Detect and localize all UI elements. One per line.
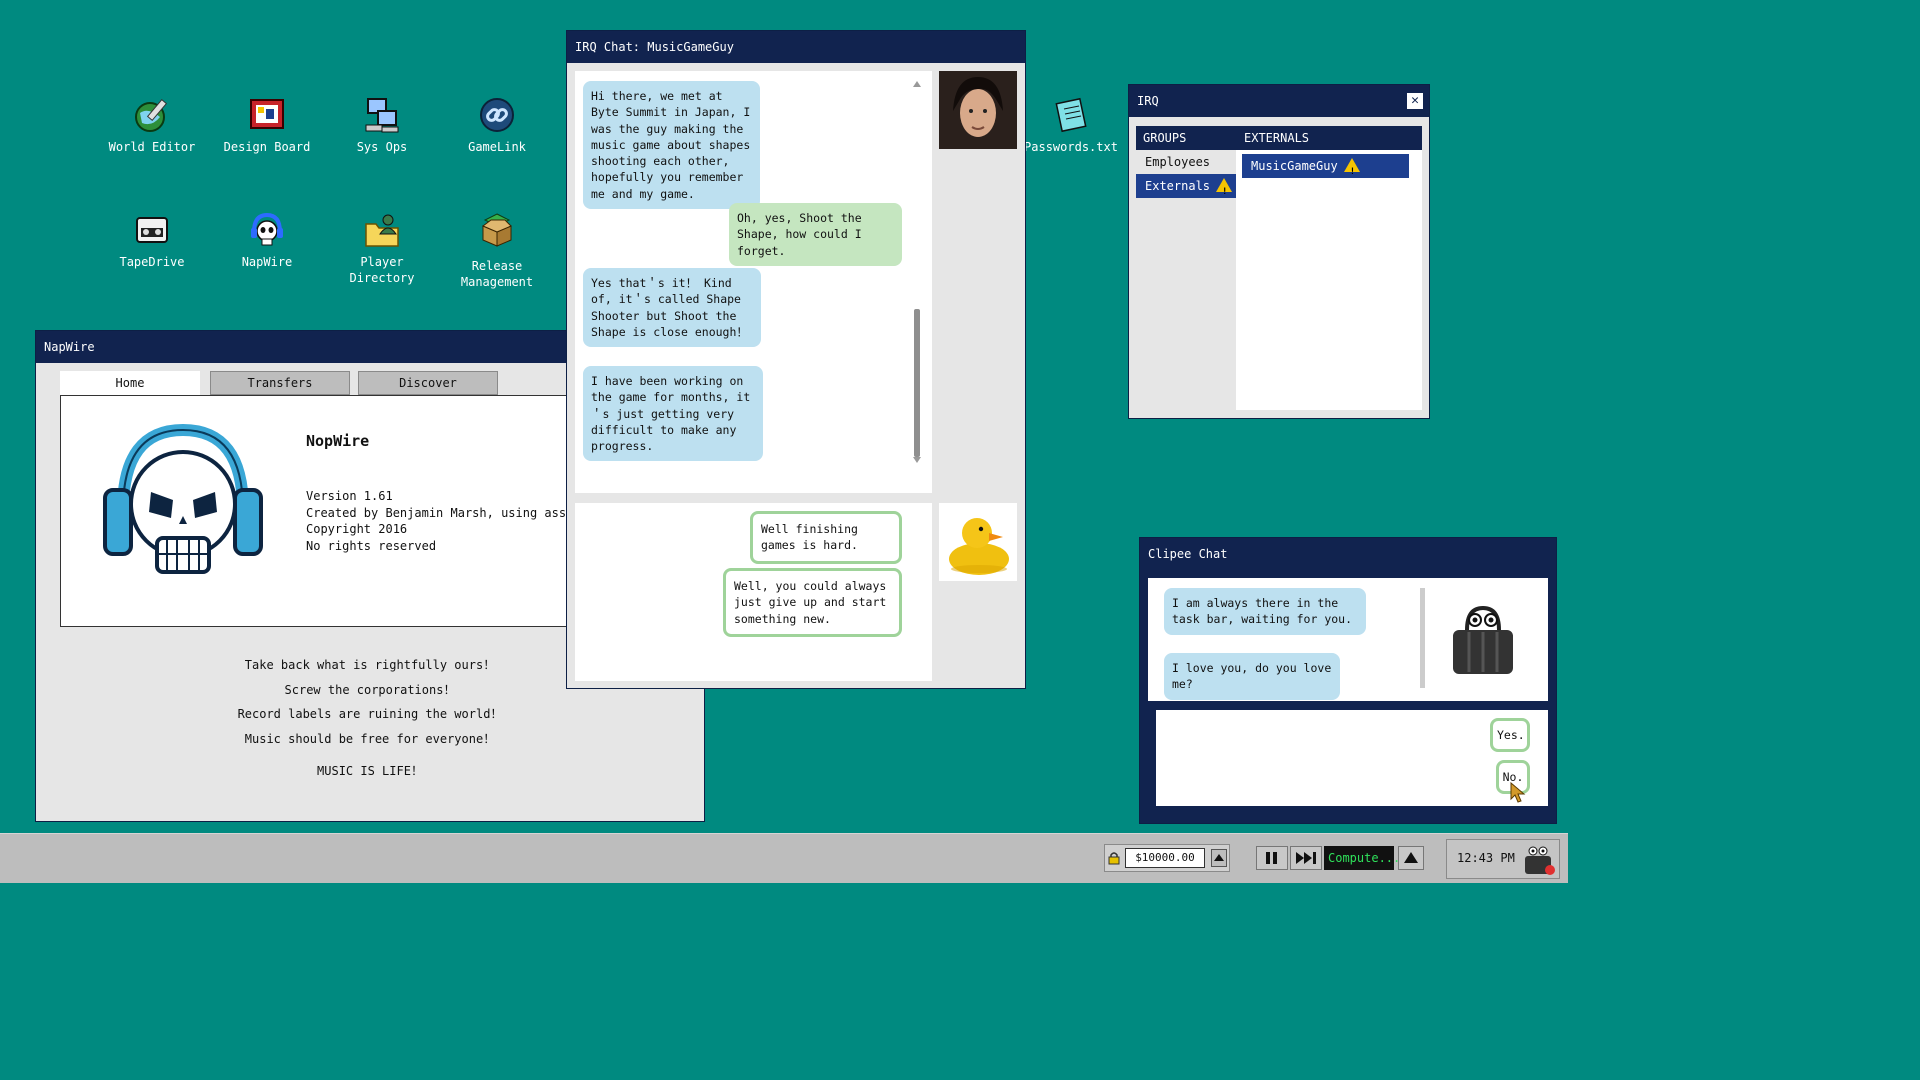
status-display: Compute... — [1324, 846, 1400, 870]
taskbar: $10000.00 Compute... 12:43 PM — [0, 833, 1568, 883]
desktop-icon-napwire[interactable]: NapWire — [212, 212, 322, 270]
slogan: Music should be free for everyone！ — [244, 731, 496, 746]
lock-icon — [1108, 851, 1120, 868]
clipee-tray-icon[interactable] — [1521, 842, 1555, 879]
desktop-icon-label: TapeDrive — [119, 255, 185, 269]
message-bubble-incoming: I love you, do you love me? — [1164, 653, 1340, 700]
reply-options: Well finishing games is hard. Well, you … — [575, 503, 932, 681]
tab-home[interactable]: Home — [60, 371, 200, 395]
skull-logo — [101, 420, 265, 603]
notepad-icon — [1053, 97, 1089, 133]
version-text: Version 1.61 — [306, 489, 393, 503]
chain-link-icon — [479, 97, 515, 133]
divider — [1420, 588, 1425, 688]
pause-icon-bar — [1273, 852, 1277, 864]
status-up-arrow-icon[interactable] — [1398, 846, 1424, 870]
box-icon — [479, 212, 515, 248]
desktop-icon-design-board[interactable]: Design Board — [212, 97, 322, 155]
clock: 12:43 PM — [1457, 851, 1515, 865]
externals-header: EXTERNALS — [1236, 126, 1422, 150]
clipee-avatar-icon — [1443, 600, 1523, 683]
group-label: Employees — [1145, 155, 1211, 169]
window-title[interactable]: IRQ — [1129, 85, 1429, 117]
created-text: Created by Benjamin Marsh, using assembl… — [306, 505, 610, 520]
reply-option[interactable]: Well finishing games is hard. — [750, 511, 902, 564]
contact-label: MusicGameGuy — [1251, 159, 1338, 173]
reply-option[interactable]: Well, you could always just give up and … — [723, 568, 902, 637]
slogan: Record labels are ruining the world！ — [237, 707, 503, 721]
slogan: MUSIC IS LIFE！ — [317, 764, 423, 778]
scroll-up-arrow-icon[interactable] — [913, 81, 921, 87]
desktop-icon-label: Release Management — [460, 259, 534, 289]
tab-discover[interactable]: Discover — [358, 371, 498, 395]
irq-chat-window: IRQ Chat: MusicGameGuy Hi there, we met … — [566, 30, 1026, 689]
fast-forward-button[interactable] — [1290, 846, 1322, 870]
groups-panel: GROUPS Employees Externals — [1136, 126, 1236, 410]
window-title[interactable]: Clipee Chat — [1140, 538, 1556, 570]
tab-transfers[interactable]: Transfers — [210, 371, 350, 395]
close-icon[interactable]: ✕ — [1407, 93, 1423, 109]
desktop-icon-label: NapWire — [241, 255, 293, 269]
reply-yes-button[interactable]: Yes. — [1490, 718, 1530, 753]
desktop-icon-label: Passwords.txt — [1024, 140, 1118, 154]
desktop-icon-passwords[interactable]: Passwords.txt — [1016, 97, 1126, 155]
group-item-externals[interactable]: Externals — [1136, 174, 1236, 204]
message-history[interactable]: Hi there, we met at Byte Summit in Japan… — [575, 71, 932, 493]
warning-icon — [1216, 178, 1233, 204]
clipee-chat-window: Clipee Chat I am always there in the tas… — [1139, 537, 1557, 824]
contact-item[interactable]: MusicGameGuy — [1242, 154, 1409, 184]
about-panel: NopWire Version 1.61 Created by Benjamin… — [60, 395, 609, 627]
group-label: Externals — [1145, 179, 1211, 193]
desktop-icon-tapedrive[interactable]: TapeDrive — [97, 212, 207, 270]
mouse-cursor-icon — [1510, 781, 1526, 807]
scrollbar-thumb[interactable] — [914, 309, 920, 457]
groups-header: GROUPS — [1136, 126, 1236, 150]
clock-tray: 12:43 PM — [1446, 839, 1560, 879]
pause-button[interactable] — [1256, 846, 1288, 870]
copyright-text: Copyright 2016 — [306, 522, 408, 536]
desktop-icon-player-directory[interactable]: Player Directory — [327, 212, 437, 286]
money-up-arrow-icon[interactable] — [1211, 849, 1227, 867]
group-item-employees[interactable]: Employees — [1136, 150, 1236, 174]
message-bubble-outgoing: Oh, yes, Shoot the Shape, how could I fo… — [729, 203, 902, 266]
desktop-icon-label: Sys Ops — [356, 140, 408, 154]
contact-avatar — [939, 71, 1017, 149]
app-name: NopWire — [306, 432, 370, 450]
message-history: I am always there in the task bar, waiti… — [1148, 578, 1548, 701]
reply-options: Yes. No. — [1156, 710, 1548, 806]
skull-headphones-icon — [249, 212, 285, 248]
money-display: $10000.00 — [1125, 848, 1205, 868]
desktop-icon-label: GameLink — [468, 140, 526, 154]
window-title[interactable]: IRQ Chat: MusicGameGuy — [567, 31, 1025, 63]
desktop-icon-gamelink[interactable]: GameLink — [442, 97, 552, 155]
computers-icon — [364, 97, 400, 133]
message-bubble-incoming: Hi there, we met at Byte Summit in Japan… — [583, 81, 760, 210]
desktop-icon-label: Player Directory — [349, 255, 415, 285]
irq-window: IRQ ✕ GROUPS Employees Externals EXTERNA… — [1128, 84, 1430, 419]
message-bubble-incoming: Yes that＇s it！ Kind of, it＇s called Shap… — [583, 268, 761, 348]
globe-pencil-icon — [134, 97, 170, 133]
folder-user-icon — [364, 212, 400, 248]
cassette-icon — [134, 212, 170, 248]
scroll-down-arrow-icon[interactable] — [913, 457, 921, 463]
desktop-icon-label: World Editor — [108, 140, 196, 154]
desktop-icon-release-management[interactable]: Release Management — [442, 212, 552, 290]
user-avatar-duck — [939, 503, 1017, 581]
rights-text: No rights reserved — [306, 538, 437, 553]
money-widget: $10000.00 — [1104, 844, 1230, 872]
message-bubble-incoming: I am always there in the task bar, waiti… — [1164, 588, 1366, 635]
fast-forward-icon — [1296, 852, 1316, 864]
warning-icon — [1343, 158, 1360, 184]
desktop-icon-world-editor[interactable]: World Editor — [97, 97, 207, 155]
desktop-icon-sys-ops[interactable]: Sys Ops — [327, 97, 437, 155]
pause-icon — [1266, 852, 1270, 864]
board-icon — [249, 97, 285, 133]
desktop-icon-label: Design Board — [223, 140, 311, 154]
externals-panel: EXTERNALS MusicGameGuy — [1236, 126, 1422, 410]
message-bubble-incoming: I have been working on the game for mont… — [583, 366, 763, 462]
